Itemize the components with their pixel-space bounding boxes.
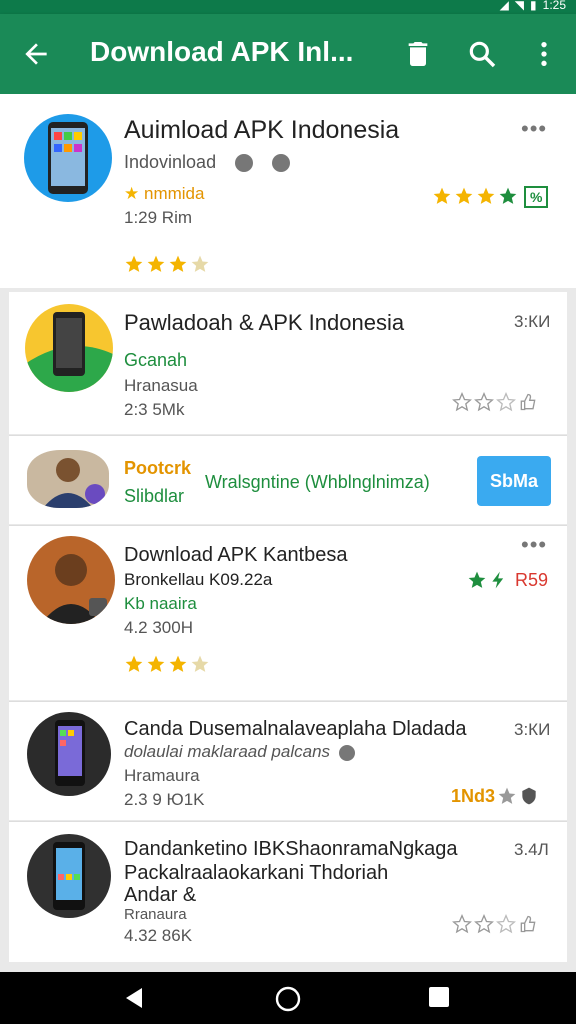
star-icon (125, 255, 143, 272)
globe-icon (272, 154, 291, 173)
app-title: Dandanketino IBKShaonramaNgkaga (124, 838, 458, 860)
star-icon (433, 187, 451, 204)
bolt-icon (492, 571, 504, 589)
rating-info: R59 (467, 570, 548, 591)
overflow-menu-icon[interactable]: ••• (521, 116, 547, 142)
status-bar: ◢ ◥ ▮ 1:25 (0, 0, 576, 14)
developer-name: Indovinload (124, 152, 217, 172)
star-outline-icon (496, 914, 516, 934)
star-icon (125, 655, 143, 672)
star-icon: ★ (124, 184, 140, 203)
back-nav-icon[interactable] (122, 986, 146, 1010)
wifi-icon: ◥ (514, 0, 525, 12)
app-subtitle: Gcanah (124, 350, 188, 370)
avatar (27, 450, 109, 508)
app-bar: Download APK Inl... (0, 14, 576, 94)
app-title-line3: Andar & (124, 884, 197, 906)
app-icon (24, 114, 112, 202)
app-list: Auimload APK Indonesia Indovinload ★ nmm… (0, 94, 576, 972)
app-version: Bronkellau K09.22a (124, 570, 273, 589)
star-icon (499, 187, 517, 204)
developer-name: dolaulai maklaraad palcans (124, 742, 331, 761)
rating-stars: % (432, 186, 549, 208)
list-item[interactable]: Pawladoah & APK Indonesia Gcanah Hranasu… (9, 292, 567, 434)
rating-stars (452, 914, 538, 934)
app-icon (25, 304, 113, 392)
install-count: 3:КИ (514, 720, 551, 739)
app-developer: Indovinload (124, 152, 291, 173)
list-item[interactable]: Canda Dusemalnalaveaplaha Dladada dolaul… (9, 702, 567, 820)
avatar (27, 536, 115, 624)
app-size: 4.2 300H (124, 618, 193, 637)
star-outline-icon (474, 392, 494, 412)
rating-value: 1Nd3 (451, 786, 496, 806)
app-title: Pawladoah & APK Indonesia (124, 310, 405, 335)
promo-button[interactable]: SbMa (477, 456, 551, 506)
star-outline-icon (474, 914, 494, 934)
rating-value: R59 (515, 570, 549, 590)
app-title: Canda Dusemalnalaveaplaha Dladada (124, 718, 467, 740)
signal-icon: ◢ (499, 0, 509, 12)
star-outline-icon (496, 392, 516, 412)
list-item[interactable]: Dandanketino IBKShaonramaNgkaga Packalra… (9, 822, 567, 962)
star-icon (477, 187, 495, 204)
app-size: 2.3 9 Ю1K (124, 790, 205, 809)
app-category: Hramaura (124, 766, 200, 785)
recents-nav-icon[interactable] (428, 986, 450, 1008)
app-size: 2:3 5Mk (124, 400, 185, 419)
star-icon (498, 787, 516, 804)
rating-stars (124, 654, 210, 674)
app-category: Rranaura (124, 906, 187, 923)
back-arrow-icon[interactable] (20, 38, 52, 70)
globe-icon (338, 744, 355, 761)
star-outline-icon (452, 392, 472, 412)
star-icon (191, 255, 209, 272)
star-outline-icon (452, 914, 472, 934)
battery-icon: ▮ (530, 0, 537, 12)
app-subtitle: Kb naaira (124, 594, 197, 613)
clock: 1:25 (542, 0, 566, 12)
app-title-line2: Packalraalaokarkani Thdoriah (124, 862, 389, 884)
category-text: nmmida (143, 184, 205, 203)
star-icon (455, 187, 473, 204)
install-count: 3:КИ (514, 312, 551, 331)
search-icon[interactable] (466, 38, 498, 70)
home-nav-icon[interactable] (275, 986, 301, 1012)
app-icon (27, 834, 111, 918)
app-developer: Hranasua (124, 376, 198, 395)
rating-stars (124, 254, 210, 274)
overflow-menu-icon[interactable]: ••• (521, 532, 547, 558)
install-count: 3.4Л (514, 840, 549, 859)
promo-subtitle: Slibdlar (124, 486, 185, 506)
thumb-icon (520, 393, 536, 411)
app-title: Download APK Kantbesa (124, 544, 348, 566)
app-developer: dolaulai maklaraad palcans (124, 742, 355, 762)
app-icon (27, 712, 111, 796)
star-icon (468, 571, 486, 588)
shield-icon (522, 787, 536, 805)
promo-title: Pootcrk (124, 458, 192, 478)
promo-item[interactable]: Pootcrk Slibdlar Wralsgntine (Whblnglnim… (9, 436, 567, 524)
rating-badge: % (524, 186, 549, 208)
navigation-bar (0, 972, 576, 1024)
more-vert-icon[interactable] (528, 38, 560, 70)
list-item[interactable]: Auimload APK Indonesia Indovinload ★ nmm… (0, 94, 576, 288)
app-size: 1:29 Rim (124, 208, 193, 227)
thumb-icon (520, 915, 536, 933)
star-icon (169, 255, 187, 272)
list-item[interactable]: Download APK Kantbesa Bronkellau K09.22a… (9, 526, 567, 700)
app-size: 4.32 86K (124, 926, 193, 945)
category-label: ★ nmmida (124, 184, 204, 204)
rating-info: 1Nd3 (451, 786, 539, 807)
delete-icon[interactable] (402, 38, 434, 70)
page-title: Download APK Inl... (90, 36, 354, 67)
promo-text: Wralsgntine (Whblnglnimza) (205, 472, 430, 492)
app-title: Auimload APK Indonesia (124, 116, 400, 144)
star-icon (169, 655, 187, 672)
star-icon (191, 655, 209, 672)
globe-icon (235, 154, 254, 173)
star-icon (147, 655, 165, 672)
rating-stars (452, 392, 538, 412)
star-icon (147, 255, 165, 272)
